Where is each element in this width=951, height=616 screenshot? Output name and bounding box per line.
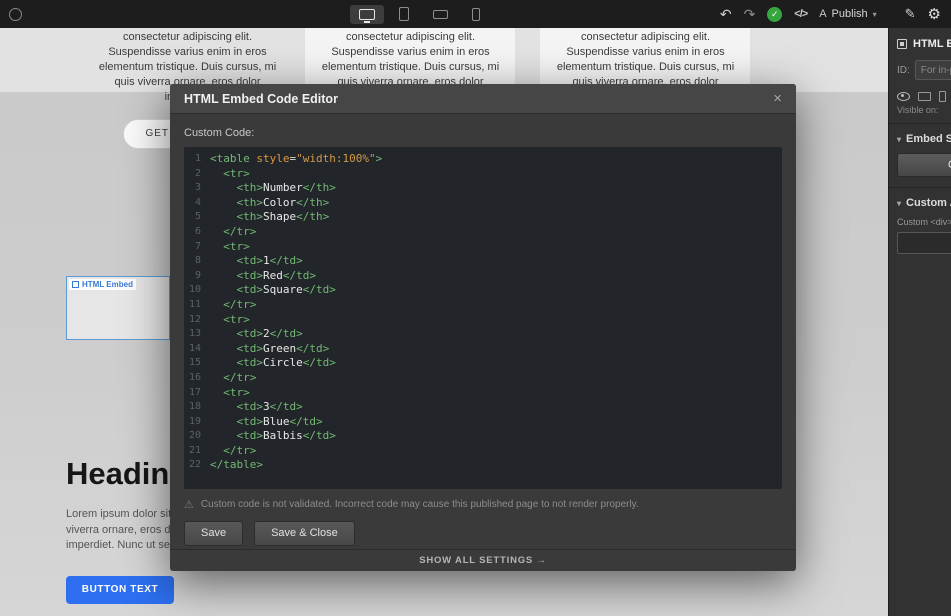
custom-attributes-label: Custom Attributes xyxy=(906,197,951,209)
code-view-button[interactable]: </> xyxy=(794,8,808,20)
custom-code-label: Custom Code: xyxy=(184,127,255,139)
sidebar-element-title-row: HTML Embed xyxy=(889,28,951,56)
embed-settings-section-header[interactable]: ▾ Embed Settings xyxy=(889,124,951,151)
device-tablet-button[interactable] xyxy=(390,3,418,25)
element-id-input[interactable] xyxy=(914,60,951,80)
custom-attributes-section-header[interactable]: ▾ Custom Attributes xyxy=(889,188,951,215)
phone-landscape-icon xyxy=(433,9,448,19)
html-embed-element[interactable]: HTML Embed xyxy=(66,276,170,340)
embed-label: HTML Embed xyxy=(82,280,133,289)
modal-header: HTML Embed Code Editor × xyxy=(170,84,796,114)
top-toolbar: ↶ ↷ ✓ </> A Publish ▾ ✎ ⚙ xyxy=(0,0,951,28)
visible-desktop-icon[interactable] xyxy=(918,92,931,101)
gear-icon[interactable]: ⚙ xyxy=(928,5,941,23)
eye-icon[interactable] xyxy=(897,92,910,101)
sidebar-element-title: HTML Embed xyxy=(913,38,951,50)
editor-screen: ↶ ↷ ✓ </> A Publish ▾ ✎ ⚙ consectetur ad… xyxy=(0,0,951,616)
open-code-editor-button[interactable]: Open Code Editor xyxy=(897,153,951,177)
toolbar-right-group: ↶ ↷ ✓ </> A Publish ▾ ✎ ⚙ xyxy=(720,5,951,23)
phone-portrait-icon xyxy=(472,7,480,21)
modal-title: HTML Embed Code Editor xyxy=(184,91,338,106)
custom-attributes-input[interactable] xyxy=(897,232,951,254)
show-all-settings-link[interactable]: SHOW ALL SETTINGS → xyxy=(170,549,796,571)
element-id-row: ID: xyxy=(889,56,951,84)
chevron-down-icon: ▾ xyxy=(872,9,877,19)
warning-icon: ⚠ xyxy=(184,499,194,511)
chevron-down-icon: ▾ xyxy=(897,198,902,208)
publish-icon: A xyxy=(819,8,827,20)
code-editor[interactable]: 1 <table style="width:100%"> 2 <tr> 3 <th>N… xyxy=(184,147,782,489)
custom-div-attributes-label: Custom <div> attributes xyxy=(897,217,951,227)
code-lines: 1 <table style="width:100%"> 2 <tr> 3 <th>N… xyxy=(188,152,383,472)
desktop-icon xyxy=(359,8,375,23)
theme-brush-icon[interactable]: ✎ xyxy=(905,6,916,22)
tablet-icon xyxy=(399,7,409,21)
chevron-down-icon: ▾ xyxy=(897,134,902,144)
html-embed-tag: HTML Embed xyxy=(69,279,136,290)
redo-button[interactable]: ↷ xyxy=(744,7,756,21)
device-phone-button[interactable] xyxy=(463,4,489,25)
page-button-text[interactable]: BUTTON TEXT xyxy=(66,576,174,604)
embed-settings-label: Embed Settings xyxy=(906,133,951,145)
device-landscape-button[interactable] xyxy=(424,6,457,23)
visible-on-label: Visible on: xyxy=(889,103,951,124)
app-icon[interactable] xyxy=(9,7,22,21)
embed-icon xyxy=(72,281,79,288)
publish-label: Publish xyxy=(831,8,868,20)
warning-text: Custom code is not validated. Incorrect … xyxy=(200,499,639,510)
device-desktop-button[interactable] xyxy=(350,4,384,24)
undo-button[interactable]: ↶ xyxy=(720,7,732,21)
publish-button[interactable]: A Publish ▾ xyxy=(819,8,876,20)
saved-check-icon: ✓ xyxy=(767,6,783,22)
html-embed-code-editor-modal: HTML Embed Code Editor × Custom Code: 1 <… xyxy=(170,84,796,571)
visible-phone-icon[interactable] xyxy=(939,91,946,102)
validation-warning: ⚠ Custom code is not validated. Incorrec… xyxy=(184,498,782,511)
modal-buttons-row: Save Save & Close xyxy=(184,521,782,546)
html-embed-icon xyxy=(897,39,907,49)
save-and-close-button[interactable]: Save & Close xyxy=(254,521,355,546)
visibility-row xyxy=(889,84,951,103)
save-button[interactable]: Save xyxy=(184,521,244,546)
close-icon[interactable]: × xyxy=(773,91,782,106)
id-label: ID: xyxy=(897,64,910,76)
element-settings-sidebar: HTML Embed ID: Visible on: ▾ Embed Setti… xyxy=(888,28,951,616)
device-preview-group xyxy=(350,0,489,28)
